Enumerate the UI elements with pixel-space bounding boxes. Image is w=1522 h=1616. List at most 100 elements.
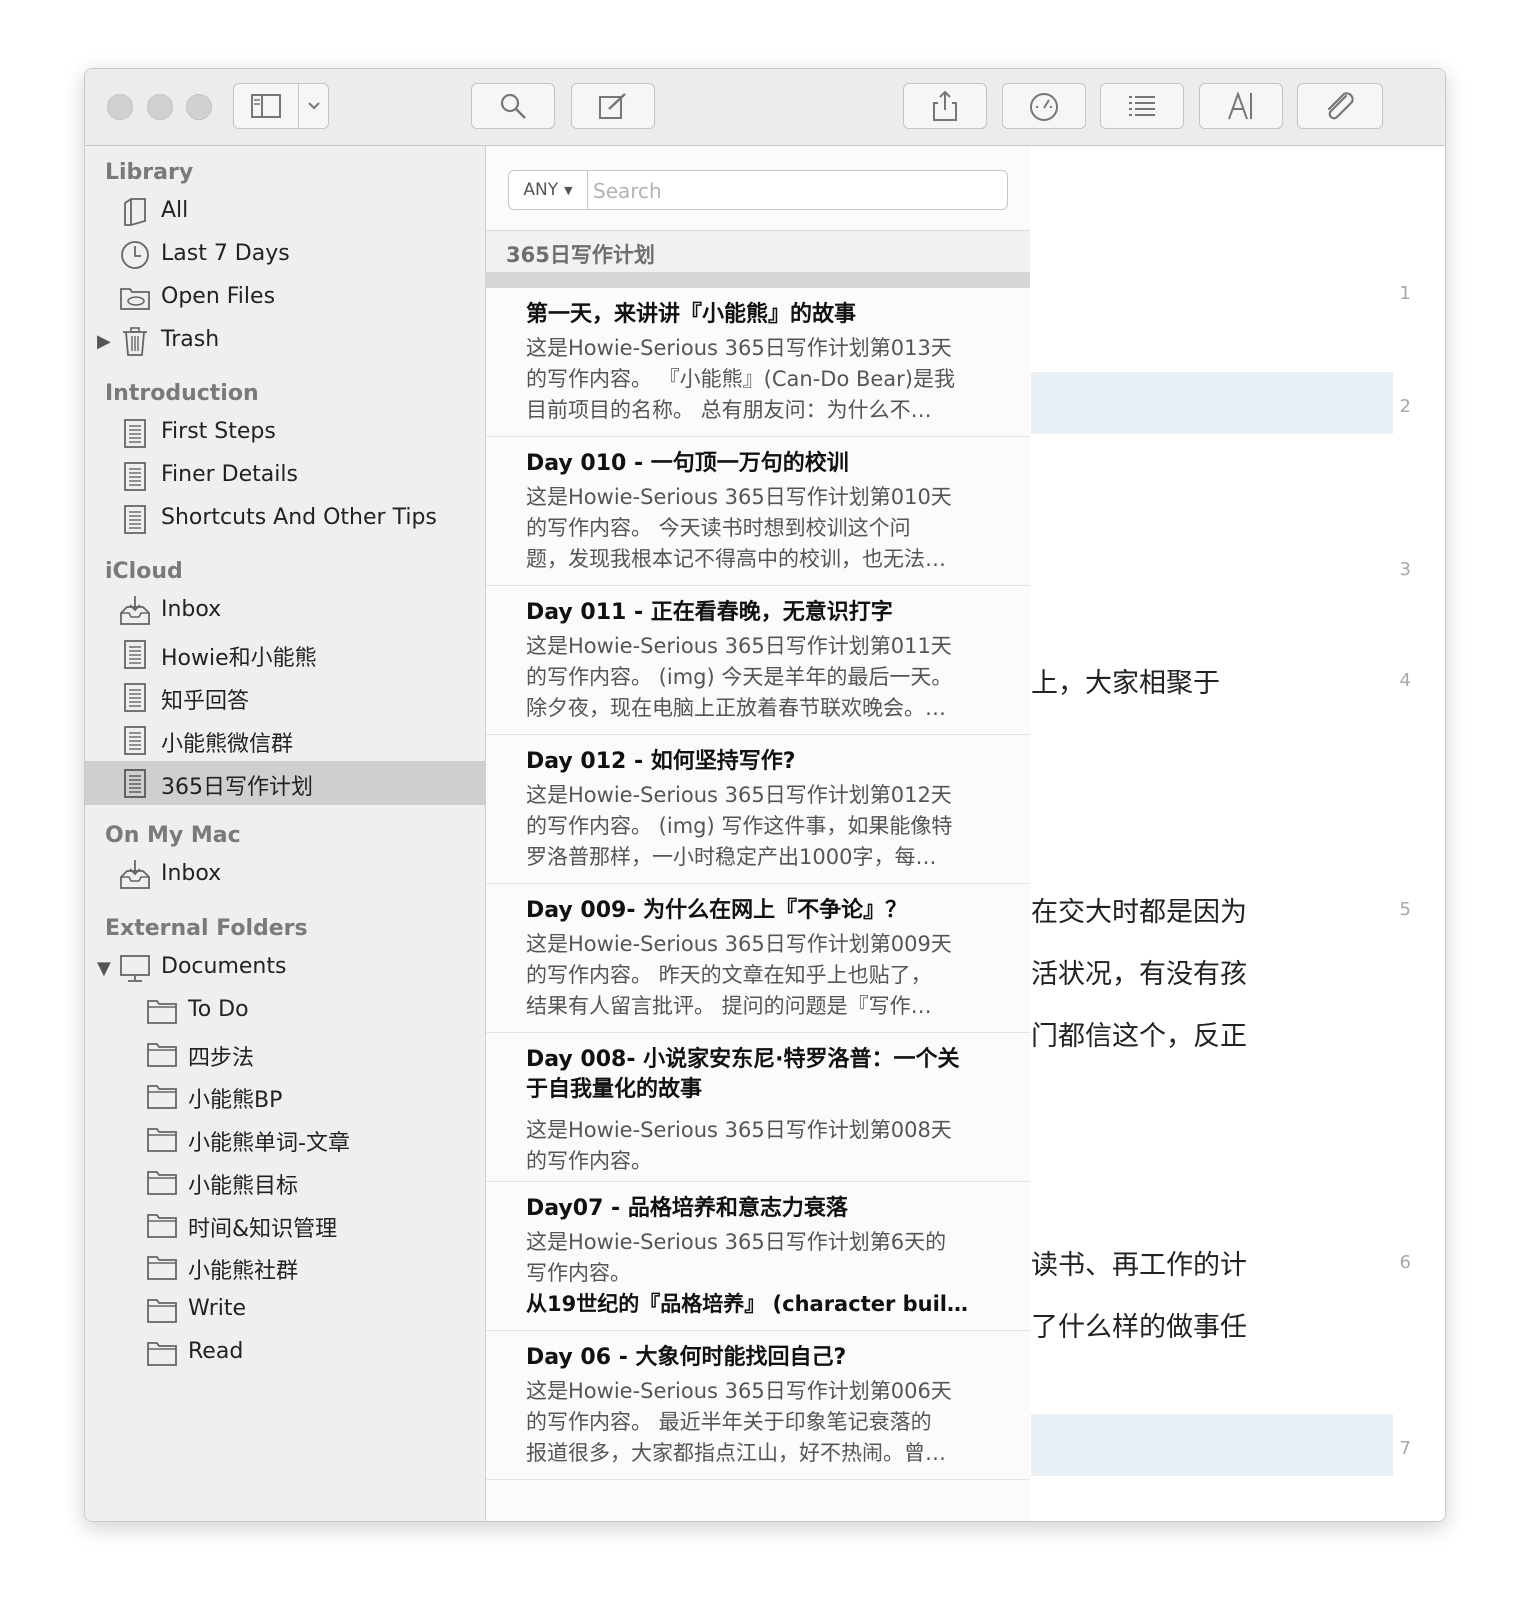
sidebar-item-label: 小能熊社群	[188, 1259, 299, 1285]
note-preview-line: 这是Howie-Serious 365日写作计划第006天	[526, 1379, 952, 1403]
note-card[interactable]: Day 008- 小说家安东尼·特罗洛普：一个关 于自我量化的故事 这是Howie…	[486, 1033, 1030, 1182]
editor-text-fragment: 活状况，有没有孩	[1031, 959, 1247, 990]
line-number: 2	[1399, 396, 1411, 417]
sidebar-item-last-7-days[interactable]: Last 7 Days	[85, 233, 485, 277]
sidebar-item-wechat-group[interactable]: 小能熊微信群	[85, 718, 485, 762]
sidebar-item-label: Shortcuts And Other Tips	[161, 505, 437, 530]
sidebar-item-finer-details[interactable]: Finer Details	[85, 454, 485, 498]
editor-text-fragment: 上，大家相聚于	[1031, 668, 1220, 699]
document-icon	[124, 640, 146, 669]
note-preview-line: 这是Howie-Serious 365日写作计划第6天的	[526, 1230, 947, 1254]
search-icon	[500, 93, 526, 119]
statistics-button[interactable]	[1002, 83, 1086, 129]
paperclip-icon	[1327, 92, 1354, 120]
sidebar-item-zhihu[interactable]: 知乎回答	[85, 675, 485, 719]
chevron-down-icon	[308, 102, 320, 110]
sidebar-item-label: 小能熊目标	[188, 1173, 299, 1199]
sidebar-item-label: Trash	[161, 327, 220, 352]
note-list-title: 365日写作计划	[506, 243, 655, 267]
section-heading-on-my-mac: On My Mac	[105, 823, 241, 848]
note-card[interactable]: Day 012 - 如何坚持写作? 这是Howie-Serious 365日写作计…	[486, 735, 1030, 884]
sidebar-item-icloud-inbox[interactable]: Inbox	[85, 589, 485, 633]
note-preview-line: 的写作内容。 (img) 今天是羊年的最后一天。	[526, 665, 953, 689]
sidebar-folder-item[interactable]: 小能熊BP	[85, 1074, 485, 1118]
note-card[interactable]: 第一天，来讲讲『小能熊』的故事 这是Howie-Serious 365日写作计划第…	[486, 288, 1030, 437]
sidebar-item-open-files[interactable]: Open Files	[85, 276, 485, 320]
note-preview-line: 这是Howie-Serious 365日写作计划第012天	[526, 783, 952, 807]
sidebar-folder-item[interactable]: Read	[85, 1331, 485, 1375]
attach-button[interactable]	[1297, 83, 1383, 129]
note-preview-line: 写作内容。	[526, 1261, 631, 1285]
note-preview-line: 的写作内容。 『小能熊』(Can-Do Bear)是我	[526, 367, 956, 391]
share-button[interactable]	[903, 83, 987, 129]
sidebar-item-trash[interactable]: ▶ Trash	[85, 319, 485, 363]
sidebar-item-label: All	[161, 198, 189, 223]
folder-open-icon	[120, 288, 150, 310]
sidebar-item-label: Inbox	[161, 861, 222, 886]
computer-icon	[120, 955, 150, 982]
line-number: 1	[1399, 283, 1411, 304]
minimize-window-button[interactable]	[147, 94, 173, 120]
format-button[interactable]	[1199, 83, 1283, 129]
zoom-window-button[interactable]	[186, 94, 212, 120]
note-card[interactable]: Day07 - 品格培养和意志力衰落 这是Howie-Serious 365日写作…	[486, 1182, 1030, 1331]
close-window-button[interactable]	[107, 94, 133, 120]
sidebar-item-label: Howie和小能熊	[161, 646, 317, 671]
disclosure-triangle-icon[interactable]: ▶	[97, 331, 111, 352]
outline-button[interactable]	[1100, 83, 1184, 129]
sidebar-item-label: First Steps	[161, 419, 276, 444]
note-card[interactable]: Day 011 - 正在看春晚，无意识打字 这是Howie-Serious 365…	[486, 586, 1030, 735]
sidebar-item-first-steps[interactable]: First Steps	[85, 411, 485, 455]
sidebar-folder-item[interactable]: 时间&知识管理	[85, 1203, 485, 1247]
search-scope-dropdown[interactable]: ANY ▼	[509, 171, 588, 209]
app-window: Library All Last 7 Days Open Files ▶ Tra…	[84, 68, 1446, 1522]
sidebar-item-label: 小能熊BP	[188, 1088, 283, 1114]
sidebar-folder-item[interactable]: 小能熊单词-文章	[85, 1117, 485, 1161]
note-preview-line: 的写作内容。 最近半年关于印象笔记衰落的	[526, 1410, 932, 1434]
sidebar-item-label: 知乎回答	[161, 689, 250, 714]
search-button[interactable]	[471, 83, 555, 129]
note-title: Day 010 - 一句顶一万句的校训	[526, 451, 849, 476]
sidebar-toggle-button[interactable]	[234, 84, 298, 128]
document-icon	[124, 726, 146, 755]
inbox-icon	[120, 860, 150, 889]
sidebar-folder-item[interactable]: 小能熊目标	[85, 1160, 485, 1204]
document-icon	[124, 769, 146, 798]
search-input[interactable]	[591, 171, 1005, 211]
sidebar-item-shortcuts[interactable]: Shortcuts And Other Tips	[85, 497, 485, 541]
toolbar	[85, 69, 1445, 146]
note-card[interactable]: Day 06 - 大象何时能找回自己? 这是Howie-Serious 365日写…	[486, 1331, 1030, 1480]
sidebar-item-howie[interactable]: Howie和小能熊	[85, 632, 485, 676]
sidebar-item-all[interactable]: All	[85, 190, 485, 234]
document-icon	[124, 505, 146, 534]
note-preview-line: 这是Howie-Serious 365日写作计划第009天	[526, 932, 952, 956]
sidebar-item-documents[interactable]: ▼ Documents	[85, 946, 485, 990]
sidebar-menu-button[interactable]	[299, 84, 329, 128]
sidebar-folder-item[interactable]: Write	[85, 1288, 485, 1332]
section-heading-external-folders: External Folders	[105, 916, 308, 941]
folder-icon	[147, 1256, 177, 1281]
sidebar-folder-item[interactable]: 小能熊社群	[85, 1245, 485, 1289]
line-number: 7	[1399, 1438, 1411, 1459]
inbox-icon	[120, 596, 150, 625]
note-preview-line: 除夕夜，现在电脑上正放着春节联欢晚会。…	[526, 696, 946, 720]
paragraph-highlight	[1031, 372, 1393, 434]
note-card[interactable]: Day 009- 为什么在网上『不争论』？ 这是Howie-Serious 365…	[486, 884, 1030, 1033]
sidebar-folder-item[interactable]: 四步法	[85, 1032, 485, 1076]
sidebar-item-label: Write	[188, 1295, 247, 1321]
sidebar-folder-item[interactable]: To Do	[85, 989, 485, 1033]
document-icon	[124, 419, 146, 448]
folder-icon	[147, 1128, 177, 1152]
folder-icon	[147, 1042, 177, 1067]
disclosure-triangle-icon[interactable]: ▼	[97, 958, 111, 979]
editor-text-fragment: 了什么样的做事任	[1031, 1312, 1247, 1343]
note-card[interactable]: Day 010 - 一句顶一万句的校训 这是Howie-Serious 365日写…	[486, 437, 1030, 586]
editor-pane[interactable]: 1 2 3 4 5 6 7 上，大家相聚于 在交大时都是因为 活状况，有没有孩 …	[1031, 146, 1445, 1521]
sidebar-item-365-writing-plan[interactable]: 365日写作计划	[85, 761, 485, 805]
search-bar: ANY ▼	[508, 170, 1008, 211]
note-list-header: 365日写作计划	[486, 230, 1030, 273]
font-icon	[1228, 91, 1252, 120]
trash-icon	[123, 327, 147, 356]
sidebar-item-mac-inbox[interactable]: Inbox	[85, 853, 485, 897]
compose-button[interactable]	[571, 83, 655, 129]
